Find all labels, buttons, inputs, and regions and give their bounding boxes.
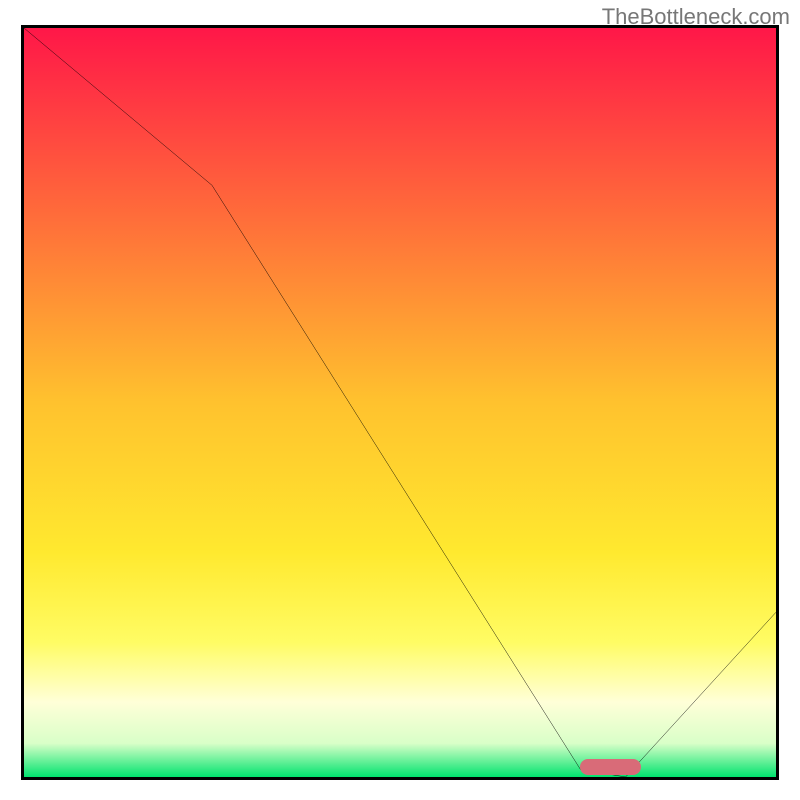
- chart-plot-area: [21, 25, 779, 780]
- attribution-text: TheBottleneck.com: [602, 4, 790, 30]
- chart-curve: [24, 28, 776, 777]
- optimal-range-marker: [580, 759, 640, 775]
